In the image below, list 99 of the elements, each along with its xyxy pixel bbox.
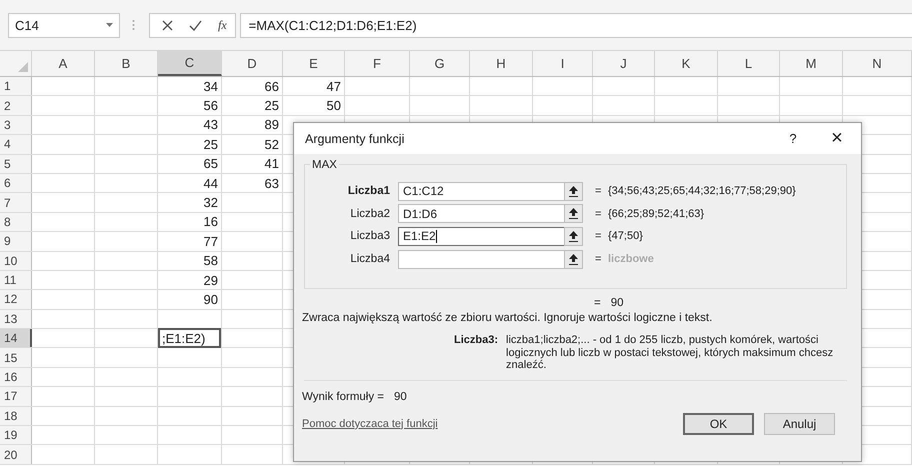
table-cell-text: 16 <box>204 214 219 230</box>
argument-label: Liczba4 <box>349 253 391 266</box>
collapse-dialog-button[interactable] <box>564 182 583 201</box>
row-header[interactable]: 9 <box>0 232 32 251</box>
row-header[interactable]: 17 <box>0 387 32 406</box>
grip-icon <box>132 19 135 31</box>
table-cell-text: 25 <box>264 98 280 114</box>
dropdown-caret-icon[interactable] <box>106 23 113 27</box>
table-cell-text: 56 <box>204 98 219 114</box>
equals-sign: = <box>595 230 602 242</box>
column-header[interactable]: L <box>718 51 780 76</box>
up-arrow-icon <box>569 230 578 242</box>
table-cell-text: 90 <box>204 292 219 307</box>
argument-label: Liczba3 <box>349 230 391 242</box>
argument-help-label: Liczba3: <box>454 334 498 348</box>
table-cell-text: 32 <box>204 195 219 210</box>
table-cell: ;E1:E2) <box>158 328 221 348</box>
cancel-button[interactable]: Anuluj <box>764 412 835 435</box>
row-header[interactable]: 3 <box>0 116 32 134</box>
row-header[interactable]: 19 <box>0 426 32 444</box>
argument-label: Liczba2 <box>349 208 391 220</box>
table-cell-text: 25 <box>204 136 219 152</box>
up-arrow-icon <box>569 186 578 197</box>
table-cell-text: 44 <box>204 176 219 191</box>
column-header[interactable]: C <box>158 51 222 76</box>
table-cell-text: 52 <box>264 136 280 152</box>
row-header[interactable]: 5 <box>0 154 32 173</box>
row-header[interactable]: 10 <box>0 252 32 270</box>
argument-result: {66;25;89;52;41;63} <box>608 208 704 220</box>
argument-result: {47;50} <box>608 230 643 242</box>
column-header[interactable]: E <box>283 51 345 76</box>
row-header[interactable]: 7 <box>0 193 32 212</box>
equals-sign: = <box>594 297 601 310</box>
column-header[interactable]: J <box>593 51 655 76</box>
row-header[interactable]: 20 <box>0 445 32 464</box>
collapse-dialog-button[interactable] <box>564 204 583 224</box>
close-button[interactable]: × <box>815 124 859 154</box>
argument-field[interactable]: C1:C12 <box>398 182 564 201</box>
help-button[interactable]: ? <box>771 124 815 154</box>
formula-result-label: Wynik formuły = <box>302 390 384 403</box>
column-header[interactable]: A <box>32 51 95 76</box>
table-cell-text: 63 <box>264 176 280 191</box>
argument-label: Liczba1 <box>346 185 391 198</box>
dialog-title: Argumenty funkcji <box>305 132 406 146</box>
table-cell-text: 89 <box>264 117 280 132</box>
up-arrow-icon <box>569 254 578 265</box>
function-name: MAX <box>310 159 339 171</box>
row-header[interactable]: 13 <box>0 310 32 328</box>
row-header[interactable]: 6 <box>0 174 32 192</box>
row-header[interactable]: 12 <box>0 290 32 309</box>
equals-sign: = <box>595 253 602 266</box>
table-cell-text: 43 <box>204 117 219 132</box>
insert-function-button[interactable]: fx <box>218 18 227 32</box>
name-box[interactable]: C14 <box>8 12 120 38</box>
table-cell-text: 58 <box>204 253 219 268</box>
row-header[interactable]: 4 <box>0 135 32 154</box>
column-header[interactable]: F <box>345 51 410 76</box>
column-header[interactable]: I <box>533 51 593 76</box>
ok-button[interactable]: OK <box>683 412 754 435</box>
help-link[interactable]: Pomoc dotyczaca tej funkcji <box>302 418 438 430</box>
row-header[interactable]: 11 <box>0 270 32 290</box>
argument-help-text: liczba1;liczba2;... - od 1 do 255 liczb, pustych komórek, wartości logicznych lub liczb w postaci tekstowej, których maksimum chcesz znaleźć. <box>506 334 834 372</box>
row-header[interactable]: 15 <box>0 348 32 367</box>
table-cell-text: 77 <box>204 234 219 249</box>
column-header[interactable]: N <box>843 51 912 76</box>
argument-field[interactable] <box>398 250 564 269</box>
formula-result: 90 <box>394 390 407 403</box>
collapse-dialog-button[interactable] <box>564 226 583 246</box>
row-header[interactable]: 1 <box>0 77 32 96</box>
up-arrow-icon <box>569 208 578 220</box>
table-cell-text: 34 <box>204 78 219 94</box>
argument-result: liczbowe <box>608 253 654 266</box>
column-header[interactable]: K <box>655 51 718 76</box>
table-cell-text: 66 <box>264 78 280 94</box>
row-header[interactable]: 8 <box>0 212 32 232</box>
function-description: Zwraca największą wartość ze zbioru wartości. Ignoruje wartości logiczne i tekst. <box>302 312 714 324</box>
equals-sign: = <box>595 208 602 220</box>
formula-field[interactable]: =MAX(C1:C12;D1:D6;E1:E2) <box>240 12 912 38</box>
table-cell-text: 50 <box>326 98 342 114</box>
row-header[interactable]: 14 <box>0 329 32 348</box>
argument-field[interactable]: D1:D6 <box>398 204 564 224</box>
table-cell-text: 47 <box>326 78 342 94</box>
equals-sign: = <box>595 185 602 198</box>
row-header[interactable]: 18 <box>0 406 32 426</box>
column-header[interactable]: H <box>470 51 533 76</box>
column-header[interactable]: D <box>222 51 283 76</box>
argument-result: {34;56;43;25;65;44;32;16;77;58;29;90} <box>608 185 796 198</box>
function-result: 90 <box>610 297 624 310</box>
collapse-dialog-button[interactable] <box>564 250 583 269</box>
column-header[interactable]: M <box>780 51 843 76</box>
cancel-icon[interactable] <box>162 20 173 30</box>
row-header[interactable]: 16 <box>0 368 32 386</box>
confirm-icon[interactable] <box>189 20 202 30</box>
argument-field[interactable]: E1:E2 <box>398 226 564 246</box>
row-header[interactable]: 2 <box>0 96 32 115</box>
table-cell-text: 65 <box>204 156 219 172</box>
table-cell-text: 41 <box>264 156 280 172</box>
table-cell-text: 29 <box>204 272 219 288</box>
column-header[interactable]: G <box>410 51 470 76</box>
